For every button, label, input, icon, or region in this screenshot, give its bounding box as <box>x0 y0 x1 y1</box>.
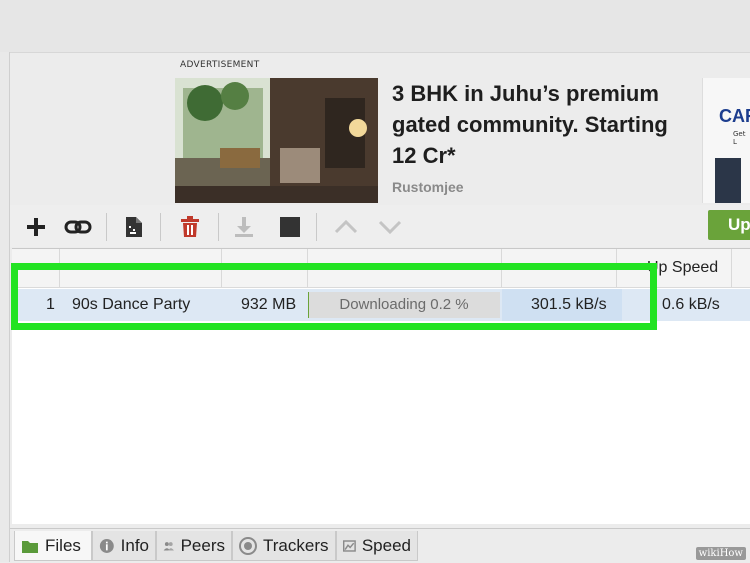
toolbar-separator <box>316 213 317 241</box>
toolbar-separator <box>218 213 219 241</box>
second-ad-brand: CAR <box>719 106 750 126</box>
tab-peers-label: Peers <box>180 535 225 555</box>
tab-files-label: Files <box>45 535 81 555</box>
ad-image[interactable] <box>175 78 378 203</box>
tab-trackers[interactable]: Trackers <box>232 531 336 561</box>
second-ad-subtext: Get L <box>733 130 746 146</box>
up-speed-value: 0.6 kB/s <box>662 296 720 313</box>
toolbar <box>10 205 750 247</box>
stop-icon[interactable] <box>276 213 304 241</box>
tab-speed[interactable]: Speed <box>336 531 418 561</box>
highlight-box <box>11 263 657 330</box>
download-icon[interactable] <box>230 213 258 241</box>
tab-trackers-label: Trackers <box>263 535 329 555</box>
create-file-icon[interactable] <box>120 213 148 241</box>
toolbar-separator <box>160 213 161 241</box>
tab-info-label: Info <box>120 535 149 555</box>
add-icon[interactable] <box>22 213 50 241</box>
tab-peers[interactable]: Peers <box>156 531 232 561</box>
link-icon[interactable] <box>64 213 92 241</box>
move-up-icon[interactable] <box>332 213 360 241</box>
ad-sponsor[interactable]: Rustomjee <box>392 179 464 195</box>
upgrade-button[interactable]: Up <box>708 210 750 240</box>
delete-icon[interactable] <box>176 213 204 241</box>
window-top-bar <box>0 0 750 53</box>
ad-headline[interactable]: 3 BHK in Juhu’s premium gated community.… <box>392 78 692 171</box>
column-header-extra[interactable] <box>732 249 750 287</box>
trackers-icon <box>239 536 257 555</box>
second-ad[interactable]: CAR Get L <box>702 78 750 203</box>
info-icon <box>99 538 114 553</box>
files-icon <box>22 540 38 553</box>
advertisement-label: ADVERTISEMENT <box>180 60 260 70</box>
speed-icon <box>343 539 356 552</box>
detail-tabs: Files Info Peers Trackers Speed <box>10 528 750 563</box>
tab-speed-label: Speed <box>361 535 411 555</box>
toolbar-separator <box>106 213 107 241</box>
left-panel-edge <box>0 52 10 562</box>
tab-files[interactable]: Files <box>14 531 92 561</box>
watermark: wikiHow <box>695 547 746 560</box>
tab-info[interactable]: Info <box>92 531 156 561</box>
peers-icon <box>163 541 174 551</box>
move-down-icon[interactable] <box>376 213 404 241</box>
